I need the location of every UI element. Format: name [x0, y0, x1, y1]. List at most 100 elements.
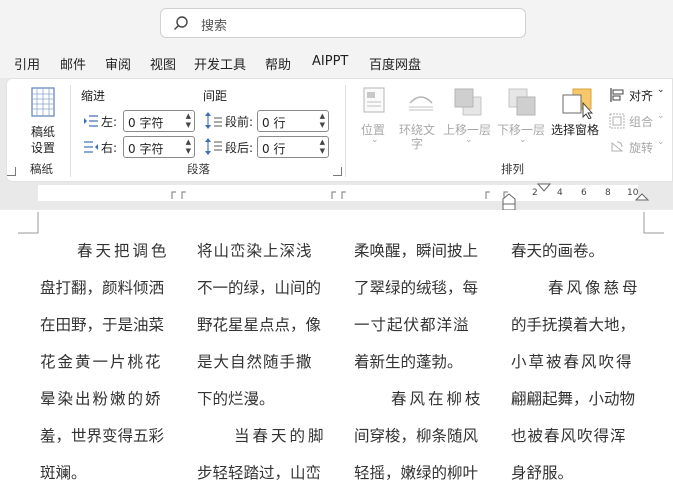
ruler-markers: [171, 183, 650, 210]
arrange-group-label: 排列: [501, 162, 524, 176]
ruler-tick: 8: [605, 188, 611, 198]
text-line: 身舒服。: [511, 464, 574, 482]
group-separator: [70, 85, 71, 177]
chevron-down-icon: ⌄: [657, 111, 665, 121]
ruler-tick: 10: [627, 188, 639, 198]
indent-left-label: 左:: [101, 115, 118, 129]
text-line: 的手抚摸着大地，: [511, 316, 636, 334]
send-backward-icon: [508, 88, 536, 116]
text-line: 也被春风吹得浑: [511, 427, 627, 445]
position-icon: [363, 87, 385, 113]
text-column-3[interactable]: 柔唤醒，瞬间披上 了翠绿的绒毯，每 一寸起伏都洋溢 着新生的蓬勃。 春风在柳枝 …: [354, 233, 514, 492]
group-label: 组合: [629, 115, 654, 129]
text-column-2[interactable]: 将山峦染上深浅 不一的绿，山间的 野花星星点点，像 是大自然随手撒 下的烂漫。 …: [197, 233, 357, 492]
text-line: 斑斓。: [40, 464, 87, 482]
search-icon: [174, 16, 188, 30]
text-line: 着新生的蓬勃。: [354, 353, 463, 371]
tab-baidu-netdisk[interactable]: 百度网盘: [369, 54, 421, 73]
search-box[interactable]: 搜索: [160, 8, 526, 38]
chevron-down-icon: ⌄: [519, 135, 527, 145]
selection-pane-icon: [562, 88, 594, 119]
rotate-label: 旋转: [629, 141, 654, 155]
indent-right-stepper[interactable]: 0 字符 ▲ ▼: [123, 136, 195, 158]
text-line: 花金黄一片桃花: [40, 353, 163, 371]
chevron-down-icon: ⌄: [465, 135, 473, 145]
stepper-arrows-icon[interactable]: ▲ ▼: [320, 112, 325, 130]
align-label: 对齐: [629, 89, 654, 103]
rotate-button[interactable]: 旋转 ⌄: [607, 137, 669, 157]
text-line: 了翠绿的绒毯，每: [354, 279, 479, 297]
spacing-before-icon: [205, 112, 222, 129]
ribbon: 稿纸 设置 稿纸 缩进 间距 左: 0 字符 ▲ ▼ 右: 0 字符 ▲ ▼ 段前:…: [6, 78, 673, 182]
stepper-arrows-icon[interactable]: ▲ ▼: [186, 112, 191, 130]
stepper-arrows-icon[interactable]: ▲ ▼: [186, 138, 191, 156]
text-line: 下的烂漫。: [197, 390, 275, 408]
rotate-icon: [611, 141, 624, 152]
text-line: 间穿梭，柳条随风: [354, 427, 479, 445]
group-objects-icon: [609, 113, 625, 129]
paper-settings-label-2: 设置: [31, 141, 56, 155]
wrap-text-button[interactable]: 环绕文 字: [397, 85, 443, 155]
tab-developer[interactable]: 开发工具: [194, 54, 246, 73]
paragraph-dialog-launcher-icon[interactable]: [333, 167, 342, 176]
send-backward-button[interactable]: 下移一层 ⌄: [497, 85, 549, 155]
text-column-4[interactable]: 春天的画卷。 春风像慈母 的手抚摸着大地， 小草被春风吹得 翩翩起舞，小动物 也…: [511, 233, 671, 492]
align-icon: [610, 88, 624, 102]
group-separator: [345, 85, 346, 177]
tab-review[interactable]: 审阅: [105, 54, 131, 73]
indent-title: 缩进: [81, 89, 106, 103]
text-line: 是大自然随手撒: [197, 353, 313, 371]
indent-left-stepper[interactable]: 0 字符 ▲ ▼: [123, 110, 195, 132]
text-line: 春天的画卷。: [511, 242, 605, 260]
text-line: 小草被春风吹得: [511, 353, 634, 371]
spacing-before-stepper[interactable]: 0 行 ▲ ▼: [257, 110, 329, 132]
position-button[interactable]: 位置 ⌄: [353, 85, 393, 155]
spacing-after-icon: [205, 138, 222, 155]
text-column-1[interactable]: 春天把调色 盘打翻，颜料倾洒 在田野，于是油菜 花金黄一片桃花 晕染出粉嫩的娇 …: [40, 233, 200, 492]
search-placeholder: 搜索: [201, 19, 228, 34]
group-button[interactable]: 组合 ⌄: [607, 111, 669, 131]
indent-right-label: 右:: [101, 141, 118, 155]
paragraph-group-label: 段落: [187, 162, 210, 176]
tab-mailings[interactable]: 邮件: [60, 54, 86, 73]
spacing-after-stepper[interactable]: 0 行 ▲ ▼: [257, 136, 329, 158]
spacing-title: 间距: [203, 89, 228, 103]
ruler-tick: 6: [581, 188, 587, 198]
bring-forward-button[interactable]: 上移一层 ⌄: [443, 85, 495, 155]
indent-left-value: 0 字符: [128, 116, 164, 130]
bring-forward-icon: [454, 88, 482, 116]
text-line: 柔唤醒，瞬间披上: [354, 242, 479, 260]
text-line: 春风在柳枝: [354, 390, 484, 408]
text-line: 在田野，于是油菜: [40, 316, 165, 334]
text-line: 春天把调色: [40, 242, 170, 260]
spacing-after-label: 段后:: [225, 141, 254, 155]
spacing-before-label: 段前:: [225, 115, 254, 129]
tab-view[interactable]: 视图: [150, 54, 176, 73]
indent-right-icon: [84, 141, 98, 153]
text-line: 将山峦染上深浅: [197, 242, 313, 260]
ruler-tick: 2: [532, 188, 538, 198]
chevron-down-icon: ⌄: [657, 85, 665, 95]
paper-grid-icon: [31, 87, 55, 117]
paper-dialog-launcher-icon[interactable]: [7, 167, 16, 176]
tab-references[interactable]: 引用: [14, 54, 40, 73]
tab-aippt[interactable]: AIPPT: [312, 54, 348, 69]
paper-settings-label-1: 稿纸: [31, 125, 56, 139]
text-line: 盘打翻，颜料倾洒: [40, 279, 165, 297]
chevron-down-icon: ⌄: [657, 137, 665, 147]
wrap-text-icon: [409, 96, 433, 111]
ruler-tick: 4: [557, 188, 563, 198]
text-line: 步轻轻踏过，山峦: [197, 464, 322, 482]
spacing-after-value: 0 行: [262, 142, 286, 156]
selection-pane-button[interactable]: 选择窗格: [551, 85, 603, 155]
stepper-arrows-icon[interactable]: ▲ ▼: [320, 138, 325, 156]
tab-help[interactable]: 帮助: [265, 54, 291, 73]
paper-settings-button[interactable]: 稿纸 设置: [11, 83, 71, 155]
text-line: 春风像慈母: [511, 279, 641, 297]
text-line: 晕染出粉嫩的娇: [40, 390, 163, 408]
text-line: 野花星星点点，像: [197, 316, 322, 334]
align-button[interactable]: 对齐 ⌄: [607, 85, 669, 105]
text-line: 不一的绿，山间的: [197, 279, 322, 297]
indent-left-icon: [84, 115, 98, 127]
chevron-down-icon: ⌄: [371, 135, 379, 145]
